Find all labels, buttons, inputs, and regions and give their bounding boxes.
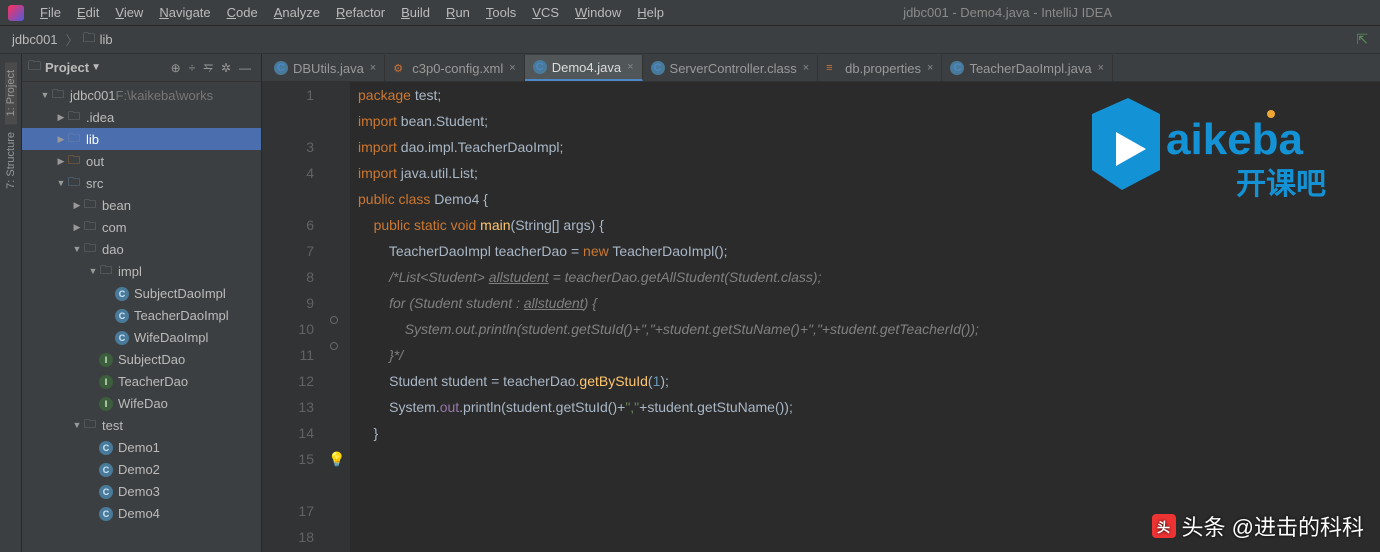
chevron-down-icon[interactable]: ▼ (91, 62, 101, 73)
close-icon[interactable]: × (927, 62, 933, 74)
tree-item-subjectdaoimpl[interactable]: CSubjectDaoImpl (22, 282, 261, 304)
line-gutter: 134678▶9▶1011121314151718 (262, 82, 322, 552)
project-panel-header: 🗀 Project ▼ ⊕ ÷ ⥧ ✲ — (22, 54, 261, 82)
window-title: jdbc001 - Demo4.java - IntelliJ IDEA (903, 5, 1112, 20)
tree-item-teacherdao[interactable]: ITeacherDao (22, 370, 261, 392)
project-tool-tab[interactable]: 1: Project (5, 62, 17, 124)
tool-window-gutter: 1: Project 7: Structure (0, 54, 22, 552)
tree-item-demo1[interactable]: CDemo1 (22, 436, 261, 458)
tree-item-demo3[interactable]: CDemo3 (22, 480, 261, 502)
project-panel: 🗀 Project ▼ ⊕ ÷ ⥧ ✲ — ▼🗀jdbc001 F:\kaike… (22, 54, 262, 552)
tree-item-dao[interactable]: ▼🗀dao (22, 238, 261, 260)
tab-c3p0-config-xml[interactable]: ⚙c3p0-config.xml× (385, 55, 524, 81)
menu-help[interactable]: Help (629, 5, 672, 20)
menu-tools[interactable]: Tools (478, 5, 524, 20)
tree-item-src[interactable]: ▼🗀src (22, 172, 261, 194)
menu-navigate[interactable]: Navigate (151, 5, 218, 20)
breadcrumb-sep-icon: 〉 (66, 30, 79, 49)
tree-item-bean[interactable]: ▶🗀bean (22, 194, 261, 216)
menu-run[interactable]: Run (438, 5, 478, 20)
hint-icon (330, 316, 338, 324)
menu-refactor[interactable]: Refactor (328, 5, 393, 20)
menubar: FileEditViewNavigateCodeAnalyzeRefactorB… (0, 0, 1380, 26)
editor-tabs: CDBUtils.java×⚙c3p0-config.xml×CDemo4.ja… (262, 54, 1380, 82)
menu-edit[interactable]: Edit (69, 5, 107, 20)
tree-item-com[interactable]: ▶🗀com (22, 216, 261, 238)
folder-icon: 🗀 (83, 29, 96, 51)
close-icon[interactable]: × (370, 62, 376, 74)
close-icon[interactable]: × (627, 61, 633, 73)
tree-item-out[interactable]: ▶🗀out (22, 150, 261, 172)
editor-body[interactable]: 134678▶9▶1011121314151718 💡 package test… (262, 82, 1380, 552)
bulb-icon[interactable]: 💡 (328, 446, 345, 472)
tab-teacherdaoimpl-java[interactable]: CTeacherDaoImpl.java× (942, 55, 1113, 81)
menu-view[interactable]: View (107, 5, 151, 20)
tab-servercontroller-class[interactable]: CServerController.class× (643, 55, 819, 81)
collapse-icon[interactable]: ⥧ (203, 60, 213, 75)
breadcrumb-folder[interactable]: 🗀 lib (83, 29, 113, 51)
close-icon[interactable]: × (509, 62, 515, 74)
menu-vcs[interactable]: VCS (524, 5, 567, 20)
tree-item-test[interactable]: ▼🗀test (22, 414, 261, 436)
structure-tool-tab[interactable]: 7: Structure (5, 124, 17, 197)
tab-dbutils-java[interactable]: CDBUtils.java× (266, 55, 385, 81)
breadcrumb-root[interactable]: jdbc001 (12, 32, 58, 47)
tree-item-wifedao[interactable]: IWifeDao (22, 392, 261, 414)
tree-item-subjectdao[interactable]: ISubjectDao (22, 348, 261, 370)
tree-item-wifedaoimpl[interactable]: CWifeDaoImpl (22, 326, 261, 348)
close-icon[interactable]: × (1098, 62, 1104, 74)
gutter-icons: 💡 (322, 82, 350, 552)
menu-code[interactable]: Code (219, 5, 266, 20)
tree-item-teacherdaoimpl[interactable]: CTeacherDaoImpl (22, 304, 261, 326)
app-icon (8, 5, 24, 21)
target-icon[interactable]: ⊕ (171, 61, 181, 75)
build-icon[interactable]: ⇱ (1356, 31, 1368, 48)
tree-item-lib[interactable]: ▶🗀lib (22, 128, 261, 150)
menu-window[interactable]: Window (567, 5, 629, 20)
project-tree[interactable]: ▼🗀jdbc001 F:\kaikeba\works▶🗀.idea▶🗀lib▶🗀… (22, 82, 261, 552)
gear-icon[interactable]: ✲ (221, 61, 231, 75)
tree-item--idea[interactable]: ▶🗀.idea (22, 106, 261, 128)
tree-item-demo2[interactable]: CDemo2 (22, 458, 261, 480)
breadcrumb: jdbc001 〉 🗀 lib ⇱ (0, 26, 1380, 54)
code-content[interactable]: package test;import bean.Student;import … (350, 82, 1380, 552)
menu-build[interactable]: Build (393, 5, 438, 20)
menu-analyze[interactable]: Analyze (266, 5, 328, 20)
hint-icon (330, 342, 338, 350)
tree-item-demo4[interactable]: CDemo4 (22, 502, 261, 524)
project-panel-title: Project (45, 60, 89, 75)
hide-icon[interactable]: — (239, 61, 251, 75)
close-icon[interactable]: × (803, 62, 809, 74)
tree-item-impl[interactable]: ▼🗀impl (22, 260, 261, 282)
folder-icon: 🗀 (28, 57, 41, 79)
tree-item-jdbc001[interactable]: ▼🗀jdbc001 F:\kaikeba\works (22, 84, 261, 106)
sort-icon[interactable]: ÷ (189, 61, 196, 75)
tab-db-properties[interactable]: ≡db.properties× (818, 55, 942, 81)
menu-file[interactable]: File (32, 5, 69, 20)
tab-demo4-java[interactable]: CDemo4.java× (525, 55, 643, 81)
editor-area: CDBUtils.java×⚙c3p0-config.xml×CDemo4.ja… (262, 54, 1380, 552)
